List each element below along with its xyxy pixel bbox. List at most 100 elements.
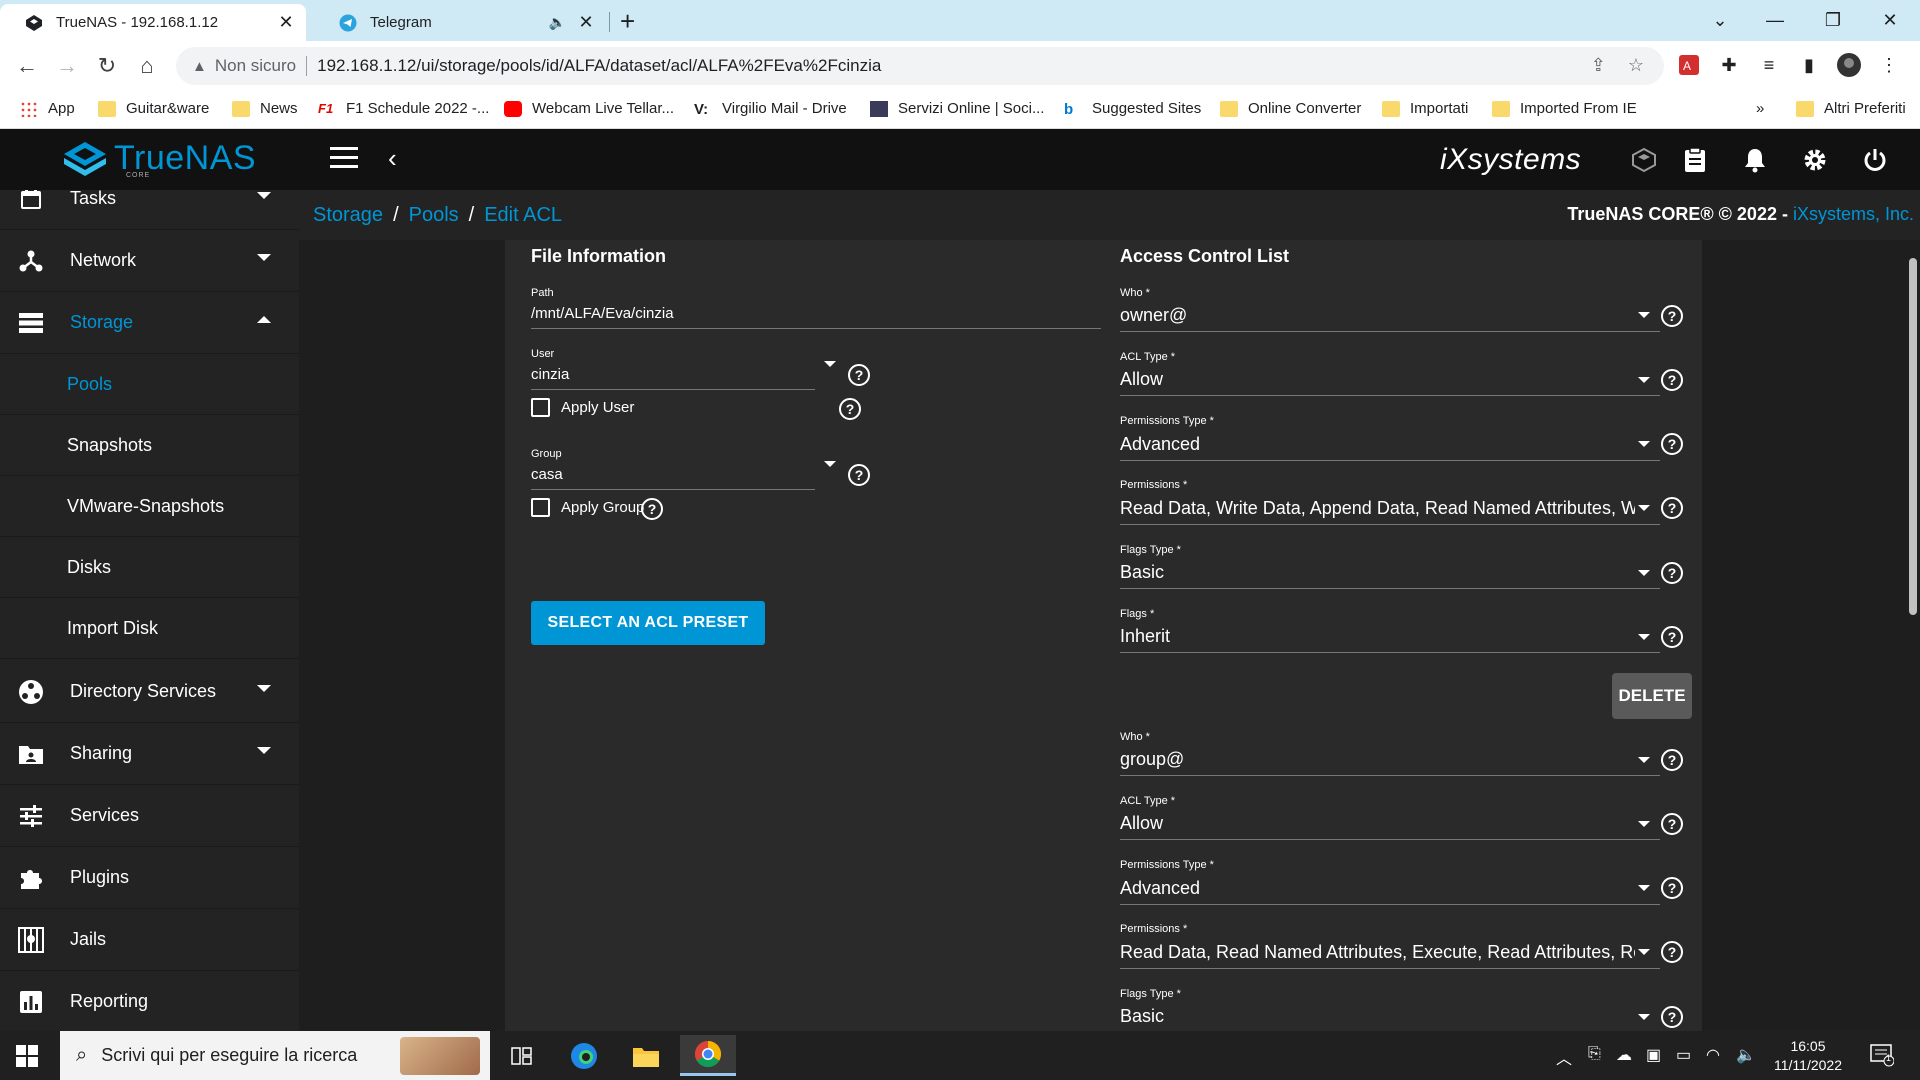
permissions-dropdown-caret-icon[interactable] <box>1638 949 1650 955</box>
permissions-select[interactable]: Read Data, Read Named Attributes, Execut… <box>1120 942 1635 963</box>
acl-type-help-icon[interactable]: ? <box>1661 813 1683 835</box>
sidebar-item-vmware-snapshots[interactable]: VMware-Snapshots <box>0 476 299 537</box>
apply-group-help-icon[interactable]: ? <box>641 498 663 520</box>
flags-type-help-icon[interactable]: ? <box>1661 562 1683 584</box>
bookmark-imported-ie[interactable]: Imported From IE <box>1492 100 1637 117</box>
permissions-type-help-icon[interactable]: ? <box>1661 877 1683 899</box>
wifi-icon[interactable]: ◠ <box>1706 1045 1720 1065</box>
bookmark-star-icon[interactable]: ☆ <box>1628 55 1644 76</box>
sidebar-item-plugins[interactable]: Plugins <box>0 847 299 909</box>
hamburger-menu-icon[interactable] <box>330 147 358 171</box>
close-window-icon[interactable]: ✕ <box>1860 0 1920 41</box>
gear-icon[interactable] <box>1800 145 1830 175</box>
sidebar-item-tasks[interactable]: Tasks <box>0 190 299 230</box>
group-help-icon[interactable]: ? <box>848 464 870 486</box>
power-icon[interactable] <box>1860 145 1890 175</box>
minimize-icon[interactable]: — <box>1745 0 1805 41</box>
tray-overflow-icon[interactable]: ︿ <box>1556 1045 1572 1069</box>
flags-type-help-icon[interactable]: ? <box>1661 1006 1683 1028</box>
antivirus-icon[interactable]: ▣ <box>1646 1045 1661 1065</box>
tab-telegram[interactable]: Telegram 🔈 ✕ <box>314 4 606 41</box>
close-tab-icon[interactable]: ✕ <box>576 12 596 33</box>
sidebar-item-storage[interactable]: Storage <box>0 292 299 354</box>
acl-type-dropdown-caret-icon[interactable] <box>1638 821 1650 827</box>
back-arrow-icon[interactable]: ← <box>12 51 42 81</box>
truenas-logo[interactable]: TrueNAS <box>62 139 256 178</box>
new-tab-icon[interactable]: + <box>620 8 635 34</box>
flags-help-icon[interactable]: ? <box>1661 626 1683 648</box>
meet-icon[interactable]: ⎘ <box>1588 1045 1601 1063</box>
group-select[interactable]: casa <box>531 466 563 483</box>
tab-search-chevron-icon[interactable]: ⌄ <box>1690 0 1750 41</box>
sidebar-item-reporting[interactable]: Reporting <box>0 971 299 1031</box>
who-help-icon[interactable]: ? <box>1661 305 1683 327</box>
bookmark-servizi[interactable]: Servizi Online | Soci... <box>870 100 1044 117</box>
who-select[interactable]: group@ <box>1120 749 1184 770</box>
menu-kebab-icon[interactable]: ⋮ <box>1876 52 1902 78</box>
warning-icon[interactable]: ▲ <box>192 58 207 75</box>
bookmark-news[interactable]: News <box>232 100 298 117</box>
permissions-type-select[interactable]: Advanced <box>1120 434 1200 455</box>
sidebar-item-network[interactable]: Network <box>0 230 299 292</box>
extensions-puzzle-icon[interactable]: ✚ <box>1716 52 1742 78</box>
other-bookmarks[interactable]: Altri Preferiti <box>1796 100 1906 117</box>
side-panel-icon[interactable]: ▮ <box>1796 52 1822 78</box>
address-bar[interactable]: ▲ Non sicuro 192.168.1.12/ui/storage/poo… <box>176 47 1664 85</box>
permissions-type-dropdown-caret-icon[interactable] <box>1638 441 1650 447</box>
select-acl-preset-button[interactable]: SELECT AN ACL PRESET <box>531 601 765 645</box>
task-view-icon[interactable] <box>494 1035 550 1076</box>
who-select[interactable]: owner@ <box>1120 305 1187 326</box>
bookmark-importati[interactable]: Importati <box>1382 100 1468 117</box>
apply-group-checkbox[interactable] <box>531 498 550 517</box>
bookmark-virgilio[interactable]: V: Virgilio Mail - Drive <box>694 100 847 118</box>
permissions-help-icon[interactable]: ? <box>1661 941 1683 963</box>
user-help-icon[interactable]: ? <box>848 364 870 386</box>
media-queue-icon[interactable]: ≡ <box>1756 52 1782 78</box>
ixsystems-link[interactable]: iXsystems, Inc. <box>1793 204 1914 224</box>
flags-type-dropdown-caret-icon[interactable] <box>1638 570 1650 576</box>
sidebar-item-directory-services[interactable]: Directory Services <box>0 661 299 723</box>
apply-group-label[interactable]: Apply Group <box>561 499 644 516</box>
page-scrollbar[interactable] <box>1909 258 1917 615</box>
permissions-type-help-icon[interactable]: ? <box>1661 433 1683 455</box>
user-select[interactable]: cinzia <box>531 366 569 383</box>
clipboard-icon[interactable] <box>1680 145 1710 175</box>
acl-type-dropdown-caret-icon[interactable] <box>1638 377 1650 383</box>
battery-icon[interactable]: ▭ <box>1676 1045 1691 1065</box>
speaker-muted-icon[interactable]: 🔈 <box>549 14 566 31</box>
breadcrumb-storage[interactable]: Storage <box>313 204 383 227</box>
taskbar-clock[interactable]: 16:05 11/11/2022 <box>1768 1037 1848 1075</box>
bookmark-app[interactable]: App <box>20 100 75 117</box>
sidebar-item-services[interactable]: Services <box>0 785 299 847</box>
permissions-type-select[interactable]: Advanced <box>1120 878 1200 899</box>
onedrive-icon[interactable]: ☁ <box>1616 1045 1632 1065</box>
bookmarks-overflow[interactable]: » <box>1756 100 1764 117</box>
volume-icon[interactable]: 🔈 <box>1736 1045 1756 1065</box>
flags-select[interactable]: Inherit <box>1120 626 1170 647</box>
file-explorer-icon[interactable] <box>618 1035 674 1076</box>
bell-icon[interactable] <box>1740 145 1770 175</box>
flags-type-select[interactable]: Basic <box>1120 562 1164 583</box>
forward-arrow-icon[interactable]: → <box>52 51 82 81</box>
sidebar-item-jails[interactable]: Jails <box>0 909 299 971</box>
ixsystems-logo[interactable]: iXsystems <box>1440 143 1581 177</box>
url-text[interactable]: 192.168.1.12/ui/storage/pools/id/ALFA/da… <box>317 56 881 76</box>
home-icon[interactable]: ⌂ <box>132 51 162 81</box>
security-indicator[interactable]: Non sicuro <box>215 56 296 76</box>
share-icon[interactable]: ⇪ <box>1591 55 1606 76</box>
sidebar-item-import-disk[interactable]: Import Disk <box>0 598 299 659</box>
breadcrumb-pools[interactable]: Pools <box>409 204 459 227</box>
bookmark-webcam[interactable]: Webcam Live Tellar... <box>504 100 674 117</box>
sidebar-item-pools[interactable]: Pools <box>0 354 299 415</box>
user-dropdown-caret-icon[interactable] <box>824 361 836 367</box>
flags-dropdown-caret-icon[interactable] <box>1638 634 1650 640</box>
restore-icon[interactable]: ❐ <box>1803 0 1863 41</box>
who-dropdown-caret-icon[interactable] <box>1638 757 1650 763</box>
permissions-select[interactable]: Read Data, Write Data, Append Data, Read… <box>1120 498 1635 519</box>
who-help-icon[interactable]: ? <box>1661 749 1683 771</box>
acl-type-select[interactable]: Allow <box>1120 369 1163 390</box>
flags-type-dropdown-caret-icon[interactable] <box>1638 1014 1650 1020</box>
apply-user-help-icon[interactable]: ? <box>839 398 861 420</box>
permissions-dropdown-caret-icon[interactable] <box>1638 505 1650 511</box>
close-tab-icon[interactable]: ✕ <box>276 12 296 33</box>
